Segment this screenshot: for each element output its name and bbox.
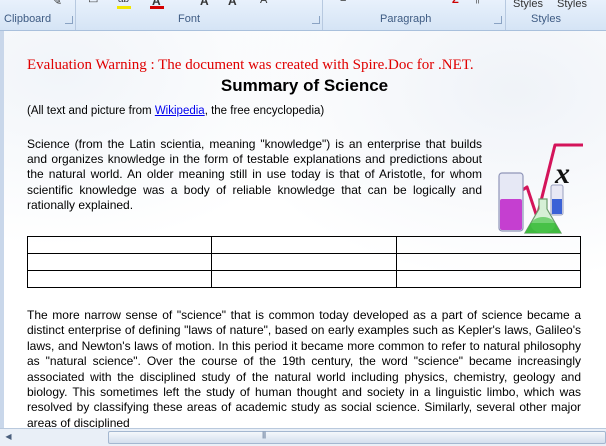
- table-row: [26, 236, 582, 254]
- format-painter-icon[interactable]: ✎: [52, 0, 62, 8]
- source-suffix: , the free encyclopedia): [204, 105, 325, 117]
- show-marks-icon[interactable]: ¶: [474, 0, 480, 5]
- wikipedia-link[interactable]: Wikipedia: [155, 105, 205, 117]
- shrink-font-icon[interactable]: A: [228, 0, 237, 8]
- left-margin-bar: [0, 31, 4, 428]
- ribbon-separator: [505, 0, 506, 30]
- change-case-icon[interactable]: A: [260, 0, 267, 6]
- source-line: (All text and picture from Wikipedia, th…: [27, 105, 324, 117]
- table-cell[interactable]: [26, 253, 213, 271]
- table-cell[interactable]: [26, 270, 213, 288]
- table-row: [26, 253, 582, 271]
- table-cell[interactable]: [211, 253, 397, 271]
- document-title: Summary of Science: [220, 76, 389, 95]
- science-illustration: x: [498, 143, 583, 234]
- highlight-color-swatch: [117, 6, 131, 9]
- clipboard-group-label: Clipboard: [4, 13, 52, 25]
- font-group-label: Font: [178, 13, 201, 25]
- font-launcher-icon[interactable]: [312, 16, 320, 24]
- paragraph-group-label: Paragraph: [380, 13, 432, 25]
- table-cell[interactable]: [395, 270, 582, 288]
- table-row: [26, 270, 582, 288]
- ribbon-separator: [322, 0, 323, 30]
- paragraph-launcher-icon[interactable]: [494, 16, 502, 24]
- horizontal-scrollbar[interactable]: ◀ ||||: [0, 428, 606, 446]
- sort-icon[interactable]: Z: [452, 0, 459, 6]
- paragraph-2: The more narrow sense of "science" that …: [27, 308, 581, 428]
- table-cell[interactable]: [395, 253, 582, 271]
- table-cell[interactable]: [211, 236, 397, 254]
- scroll-left-icon[interactable]: ◀: [2, 431, 15, 443]
- table-cell[interactable]: [26, 236, 213, 254]
- ribbon: ✎ ▭ ab A A A A Clipboard Font ≡ Z ¶ Para…: [0, 0, 606, 31]
- scrollbar-thumb[interactable]: [108, 431, 606, 444]
- ribbon-separator: [75, 0, 76, 30]
- source-prefix: (All text and picture from: [27, 105, 155, 117]
- table-cell[interactable]: [395, 236, 582, 254]
- quick-styles-button[interactable]: Styles: [513, 0, 543, 10]
- data-table: [26, 236, 582, 288]
- styles-group-label: Styles: [531, 13, 561, 25]
- highlight-icon[interactable]: ab: [118, 0, 129, 5]
- indent-icon[interactable]: ≡: [340, 0, 346, 5]
- table-cell[interactable]: [211, 270, 397, 288]
- grow-font-icon[interactable]: A: [200, 0, 209, 8]
- scrollbar-grip-icon: ||||: [262, 432, 266, 439]
- clear-format-icon[interactable]: ▭: [88, 0, 98, 6]
- evaluation-warning: Evaluation Warning : The document was cr…: [27, 57, 474, 73]
- clipboard-launcher-icon[interactable]: [65, 16, 73, 24]
- change-styles-button[interactable]: Styles: [557, 0, 587, 10]
- font-color-swatch: [150, 6, 164, 9]
- paragraph-1: Science (from the Latin scientia, meanin…: [27, 137, 482, 212]
- document-canvas[interactable]: Evaluation Warning : The document was cr…: [0, 31, 606, 428]
